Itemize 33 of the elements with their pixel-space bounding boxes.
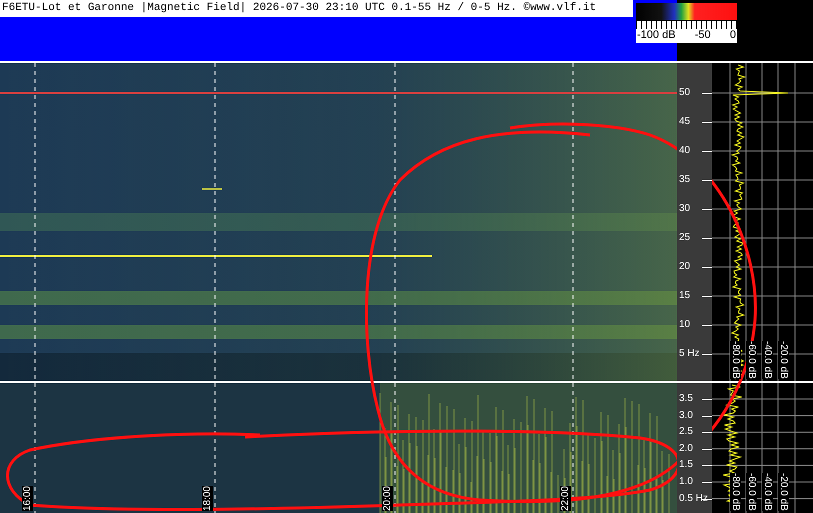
frequency-label: 0.5 Hz — [679, 492, 708, 505]
decibel-label: -20.0 dB — [778, 473, 789, 511]
decibel-label: -60.0 dB — [746, 473, 757, 511]
frequency-label: 35 — [679, 173, 690, 186]
frequency-label: 2.5 — [679, 425, 693, 438]
chart-title: F6ETU-Lot et Garonne |Magnetic Field| 2026-07-30 23:10 UTC 0.1-55 Hz / 0-5 Hz. ©www.vlf.it — [0, 0, 633, 17]
time-label: 20:00 — [382, 486, 393, 511]
time-label: 18:00 — [202, 486, 213, 511]
frequency-label: 10 — [679, 318, 690, 331]
frequency-label: 3.0 — [679, 408, 693, 422]
frequency-label: 2.0 — [679, 442, 693, 455]
scale-label: 0 — [730, 29, 736, 42]
time-label: 22:00 — [560, 486, 571, 511]
frequency-label: 1.0 — [679, 475, 693, 488]
frequency-label: 50 — [679, 86, 690, 99]
decibel-label: -60.0 dB — [746, 341, 757, 379]
frequency-label: 45 — [679, 115, 690, 128]
decibel-label: -40.0 dB — [762, 341, 773, 379]
time-label: 16:00 — [22, 486, 33, 511]
decibel-label: -20.0 dB — [778, 341, 789, 379]
frequency-label: 3.5 — [679, 392, 693, 405]
frequency-label: 5 Hz — [679, 347, 700, 360]
decibel-label: -40.0 dB — [762, 473, 773, 511]
frequency-label: 20 — [679, 260, 690, 273]
decibel-label: -80.0 dB — [730, 473, 741, 511]
scale-label: -100 dB — [637, 29, 676, 42]
frequency-label: 40 — [679, 144, 690, 157]
frequency-label: 25 — [679, 231, 690, 244]
frequency-label: 30 — [679, 202, 690, 215]
scale-label: -50 — [694, 29, 711, 42]
frequency-label: 15 — [679, 289, 690, 302]
decibel-label: -80.0 dB — [730, 341, 741, 379]
frequency-label: 1.5 — [679, 458, 693, 472]
